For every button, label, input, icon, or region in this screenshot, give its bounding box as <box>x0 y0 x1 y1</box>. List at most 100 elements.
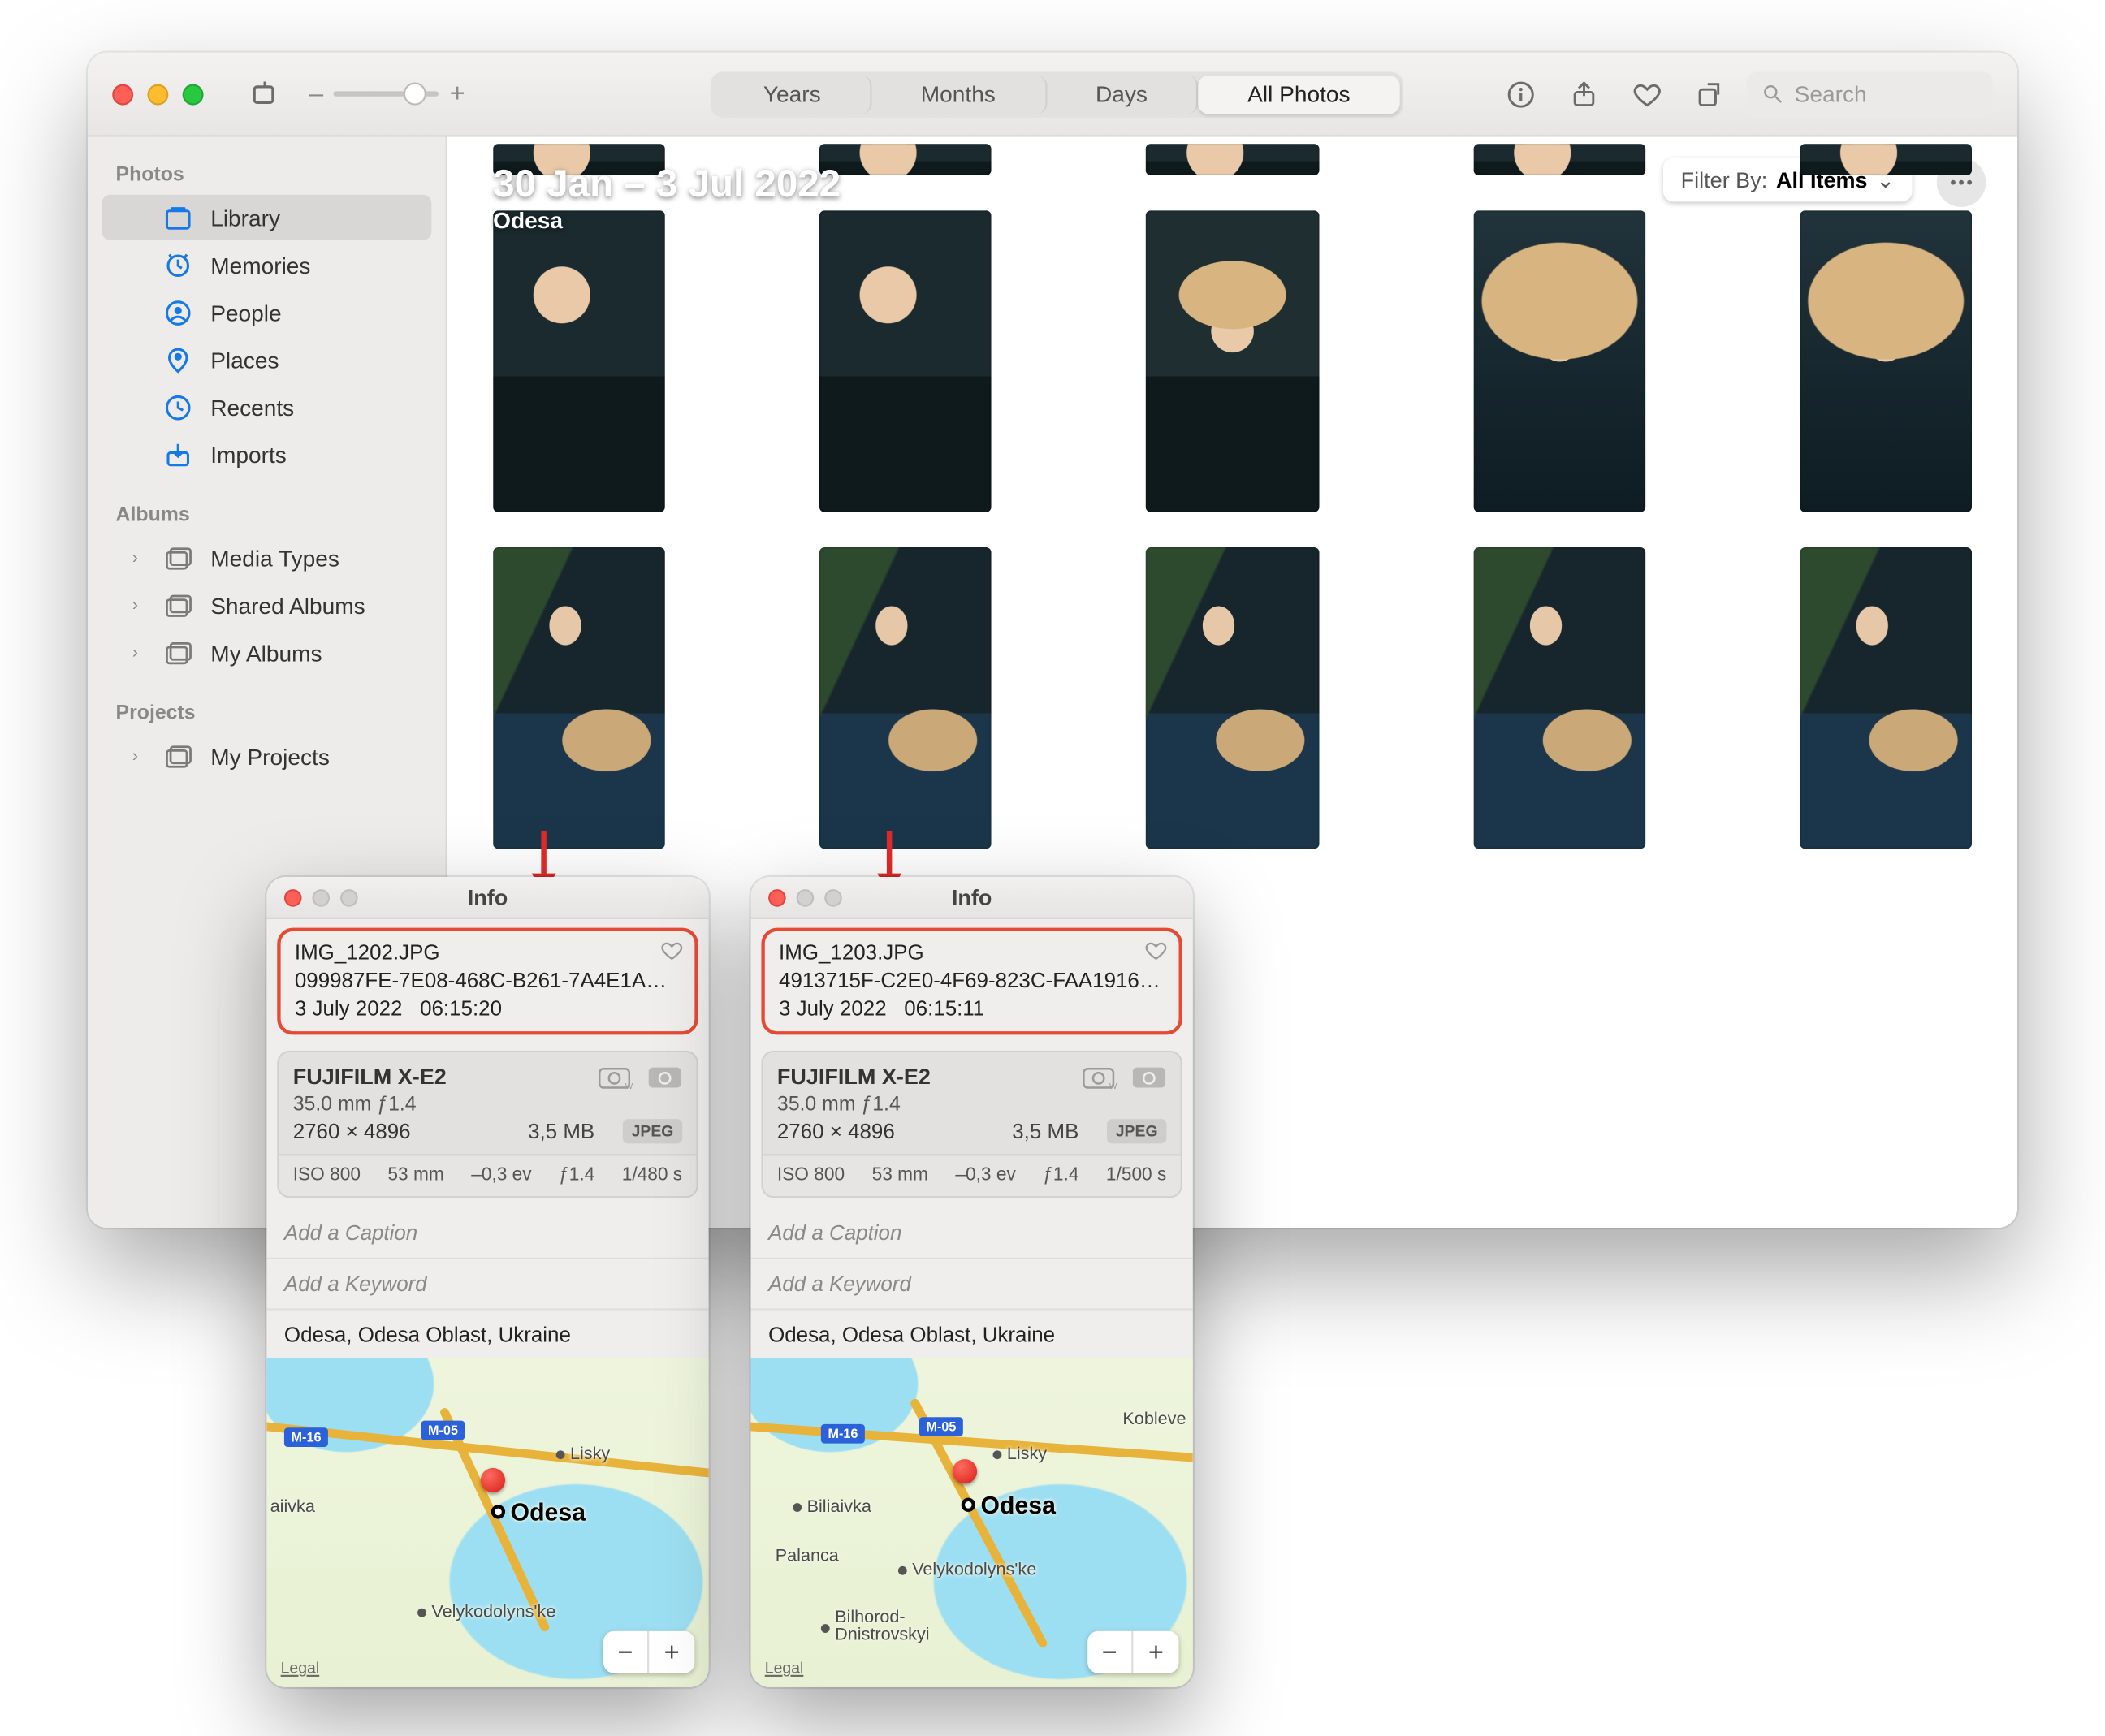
map-zoom-in[interactable]: + <box>649 1631 694 1673</box>
zoom-panel-button <box>824 888 842 906</box>
camera-name: FUJIFILM X-E2 <box>777 1064 1069 1088</box>
seg-all-photos[interactable]: All Photos <box>1199 75 1399 114</box>
location-map[interactable]: M-16 M-05 Odesa Lisky aiivka Velykodolyn… <box>266 1357 708 1687</box>
photo-thumbnail[interactable] <box>1473 547 1645 849</box>
map-city: Velykodolyns'ke <box>912 1560 1036 1579</box>
sidebar-item-shared-albums[interactable]: › Shared Albums <box>102 582 431 628</box>
sidebar-item-label: Recents <box>210 394 294 420</box>
close-panel-button[interactable] <box>284 888 302 906</box>
info-titlebar: Info <box>266 877 708 919</box>
filename[interactable]: IMG_1202.JPG <box>295 939 681 967</box>
sidebar-item-media-types[interactable]: › Media Types <box>102 535 431 581</box>
favorite-icon[interactable] <box>659 939 684 970</box>
map-city: Odesa <box>511 1497 586 1526</box>
sidebar-item-recents[interactable]: › Recents <box>102 384 431 430</box>
photo-thumbnail[interactable] <box>493 210 665 512</box>
dimensions: 2760 × 4896 <box>293 1118 411 1142</box>
close-window-button[interactable] <box>112 84 133 105</box>
sidebar-item-memories[interactable]: › Memories <box>102 242 431 287</box>
seg-days[interactable]: Days <box>1047 75 1199 114</box>
aperture: ƒ1.4 <box>559 1164 594 1185</box>
filesize: 3,5 MB <box>1012 1118 1078 1142</box>
map-zoom-control: − + <box>603 1631 694 1673</box>
map-zoom-in[interactable]: + <box>1133 1631 1178 1673</box>
map-legal-link[interactable]: Legal <box>765 1659 804 1677</box>
keyword-field[interactable]: Add a Keyword <box>266 1259 708 1310</box>
sidebar-item-label: My Albums <box>210 639 322 665</box>
sidebar-item-people[interactable]: › People <box>102 289 431 335</box>
photo-thumbnail[interactable] <box>1146 547 1318 849</box>
filename[interactable]: IMG_1203.JPG <box>779 939 1165 967</box>
map-zoom-out[interactable]: − <box>603 1631 649 1673</box>
file-date[interactable]: 3 July 2022 <box>295 997 403 1021</box>
rotate-button[interactable] <box>1684 67 1737 120</box>
photo-thumbnail[interactable] <box>1800 144 1972 175</box>
file-info-block: IMG_1203.JPG 4913715F-C2E0-4F69-823C-FAA… <box>761 928 1182 1034</box>
chevron-right-icon: › <box>127 746 145 766</box>
date-range-title: 30 Jan – 3 Jul 2022 <box>493 162 841 207</box>
location-label[interactable]: Odesa, Odesa Oblast, Ukraine <box>266 1310 708 1346</box>
map-zoom-out[interactable]: − <box>1087 1631 1133 1673</box>
photo-thumbnail[interactable] <box>819 547 992 849</box>
sidebar-header-projects: Projects <box>88 693 446 732</box>
file-time[interactable]: 06:15:20 <box>420 997 502 1021</box>
aspect-icon[interactable] <box>239 67 292 120</box>
map-legal-link[interactable]: Legal <box>281 1659 320 1677</box>
favorite-icon[interactable] <box>1143 939 1168 970</box>
sidebar-item-imports[interactable]: › Imports <box>102 431 431 477</box>
chevron-right-icon: › <box>127 643 145 663</box>
info-panel-2: Info IMG_1203.JPG 4913715F-C2E0-4F69-823… <box>750 877 1192 1687</box>
map-city: Bilhorod- Dnistrovskyi <box>835 1609 929 1646</box>
zoom-plus-icon: + <box>450 79 465 109</box>
minimize-window-button[interactable] <box>147 84 168 105</box>
photo-thumbnail[interactable] <box>1473 144 1645 175</box>
photo-thumbnail[interactable] <box>1146 144 1318 175</box>
photo-thumbnail[interactable] <box>1800 210 1972 512</box>
photo-thumbnail[interactable] <box>493 547 665 849</box>
camera-info-block: FUJIFILM X-E2 WB 35.0 mm ƒ1.4 2760 × 489… <box>277 1050 698 1197</box>
focal: 53 mm <box>387 1164 443 1185</box>
info-title-label: Info <box>468 885 508 909</box>
location-label[interactable]: Odesa, Odesa Oblast, Ukraine <box>750 1310 1192 1346</box>
info-button[interactable] <box>1494 67 1547 120</box>
zoom-window-button[interactable] <box>183 84 204 105</box>
caption-field[interactable]: Add a Caption <box>266 1207 708 1259</box>
info-panel-1: Info IMG_1202.JPG 099987FE-7E08-468C-B26… <box>266 877 708 1687</box>
sidebar-item-my-albums[interactable]: › My Albums <box>102 629 431 675</box>
format-badge: JPEG <box>1107 1118 1166 1142</box>
photo-thumbnail[interactable] <box>1146 210 1318 512</box>
file-time[interactable]: 06:15:11 <box>904 997 984 1021</box>
zoom-slider[interactable]: – + <box>309 79 465 109</box>
location-subtitle: Odesa <box>493 207 841 233</box>
keyword-field[interactable]: Add a Keyword <box>750 1259 1192 1310</box>
search-field[interactable]: Search <box>1747 71 1992 116</box>
map-city: Odesa <box>980 1490 1055 1518</box>
search-icon <box>1761 83 1784 106</box>
toolbar: – + Years Months Days All Photos <box>88 53 2017 137</box>
sidebar-item-library[interactable]: › Library <box>102 195 431 240</box>
map-city: Palanca <box>776 1546 839 1565</box>
aperture: ƒ1.4 <box>1043 1164 1078 1185</box>
location-map[interactable]: M-16 M-05 Odesa Lisky Biliaivka Velykodo… <box>750 1357 1192 1687</box>
file-date[interactable]: 3 July 2022 <box>779 997 887 1021</box>
photo-thumbnail[interactable] <box>1473 210 1645 512</box>
sidebar-item-label: Media Types <box>210 545 339 571</box>
sidebar-item-places[interactable]: › Places <box>102 337 431 382</box>
album-icon <box>162 637 193 668</box>
share-button[interactable] <box>1558 67 1610 120</box>
favorite-button[interactable] <box>1621 67 1674 120</box>
recents-icon <box>162 391 193 423</box>
seg-months[interactable]: Months <box>871 75 1046 114</box>
info-titlebar: Info <box>750 877 1192 919</box>
sidebar-item-my-projects[interactable]: › My Projects <box>102 733 431 779</box>
lens: 35.0 mm ƒ1.4 <box>763 1094 1181 1115</box>
sidebar-item-label: Imports <box>210 441 287 467</box>
ev: –0,3 ev <box>471 1164 531 1185</box>
photo-thumbnail[interactable] <box>819 210 992 512</box>
photo-thumbnail[interactable] <box>1800 547 1972 849</box>
seg-years[interactable]: Years <box>714 75 871 114</box>
caption-field[interactable]: Add a Caption <box>750 1207 1192 1259</box>
close-panel-button[interactable] <box>768 888 786 906</box>
svg-text:WB: WB <box>625 1082 633 1090</box>
imports-icon <box>162 438 193 470</box>
